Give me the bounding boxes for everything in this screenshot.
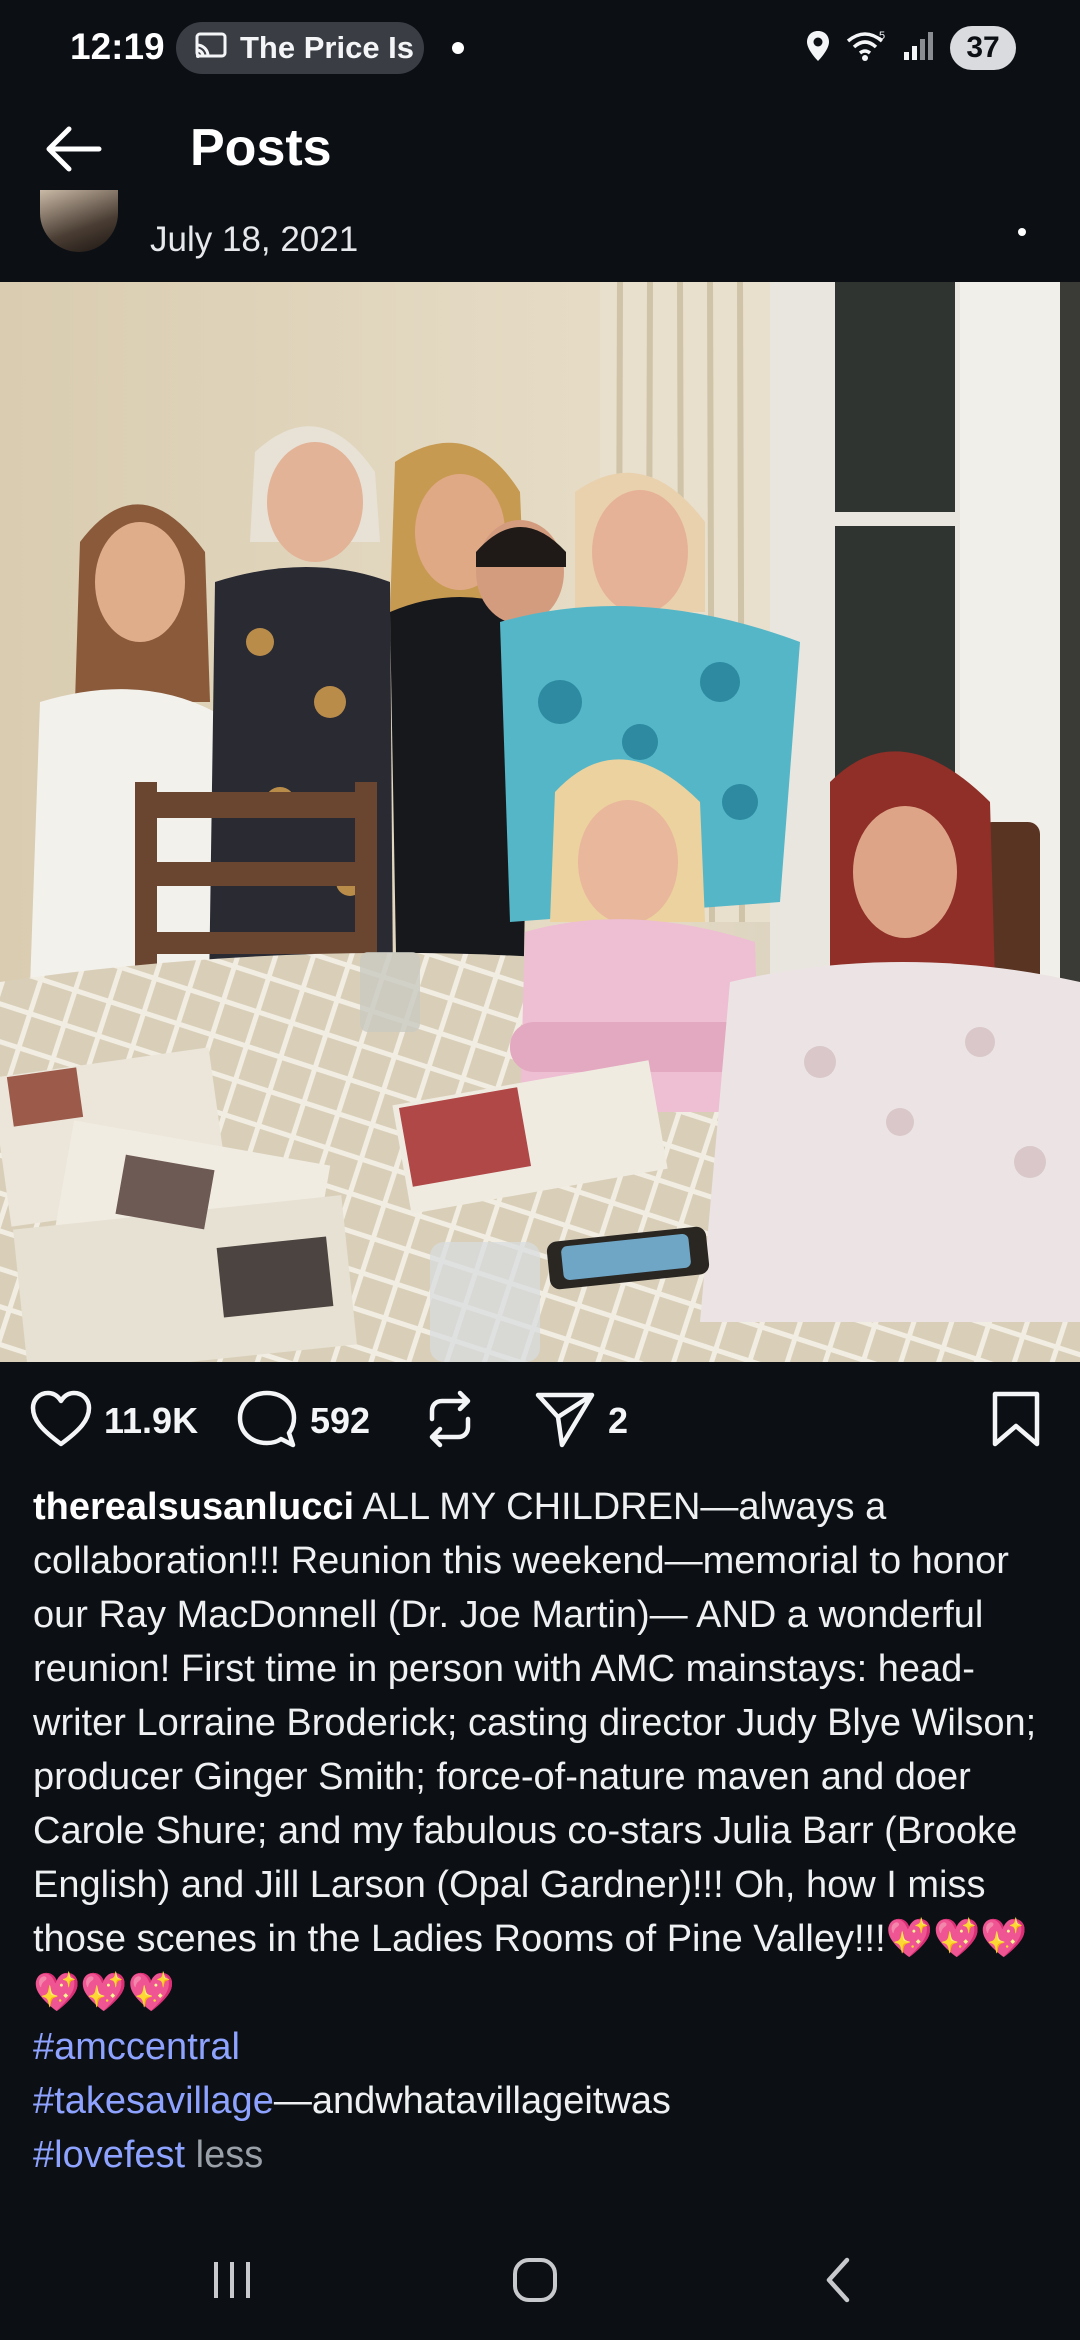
send-icon	[534, 1389, 596, 1454]
cast-icon	[194, 31, 228, 66]
post-caption: therealsusanlucci ALL MY CHILDREN—always…	[33, 1480, 1048, 2182]
caption-text: ALL MY CHILDREN—always a collaboration!!…	[33, 1486, 1037, 1960]
comments-count: 592	[310, 1400, 371, 1441]
likes-count: 11.9K	[104, 1400, 199, 1441]
hashtag-takesavillage[interactable]: #takesavillage	[33, 2080, 274, 2122]
cast-chip[interactable]: The Price Is	[176, 22, 424, 74]
hashtag-suffix: —andwhatavillageitwas	[273, 2080, 671, 2122]
repost-button[interactable]	[422, 1382, 478, 1460]
comment-icon	[236, 1389, 298, 1454]
more-dot-icon	[1018, 228, 1026, 236]
post-photo[interactable]	[0, 282, 1080, 1362]
more-options-button[interactable]	[1010, 220, 1034, 244]
system-nav-bar	[0, 2220, 1080, 2340]
status-bar: 12:19 The Price Is 5 37	[0, 0, 1080, 100]
battery-indicator: 37	[950, 26, 1016, 70]
hashtag-amccentral[interactable]: #amccentral	[33, 2026, 240, 2068]
notification-dot	[452, 42, 464, 54]
arrow-left-icon	[43, 125, 103, 178]
recents-button[interactable]	[172, 2242, 292, 2322]
recents-icon	[210, 2260, 254, 2305]
save-button[interactable]	[990, 1382, 1042, 1460]
home-button[interactable]	[475, 2242, 595, 2322]
share-button[interactable]: 2	[534, 1382, 628, 1460]
back-button[interactable]	[38, 118, 108, 184]
wifi-icon: 5	[846, 29, 888, 68]
nav-back-button[interactable]	[778, 2242, 898, 2322]
status-time: 12:19	[70, 26, 165, 67]
less-link[interactable]: less	[196, 2134, 264, 2176]
signal-icon	[902, 30, 936, 67]
comment-button[interactable]: 592	[236, 1382, 370, 1460]
cast-label: The Price Is	[240, 30, 415, 65]
bookmark-icon	[990, 1390, 1042, 1453]
caption-username[interactable]: therealsusanlucci	[33, 1486, 354, 1528]
avatar[interactable]	[40, 190, 118, 252]
post-date: July 18, 2021	[150, 220, 359, 259]
status-icons: 5 37	[804, 26, 1016, 70]
shares-count: 2	[608, 1400, 629, 1441]
home-icon	[511, 2256, 559, 2309]
hashtag-lovefest[interactable]: #lovefest	[33, 2134, 185, 2176]
like-button[interactable]: 11.9K	[30, 1382, 198, 1460]
repost-icon	[422, 1389, 478, 1454]
post-actions: 11.9K 592 2	[30, 1382, 1050, 1460]
page-title: Posts	[190, 119, 332, 177]
location-icon	[804, 29, 832, 68]
heart-icon	[30, 1390, 92, 1453]
svg-text:5: 5	[879, 30, 885, 42]
chevron-left-icon	[821, 2256, 855, 2309]
